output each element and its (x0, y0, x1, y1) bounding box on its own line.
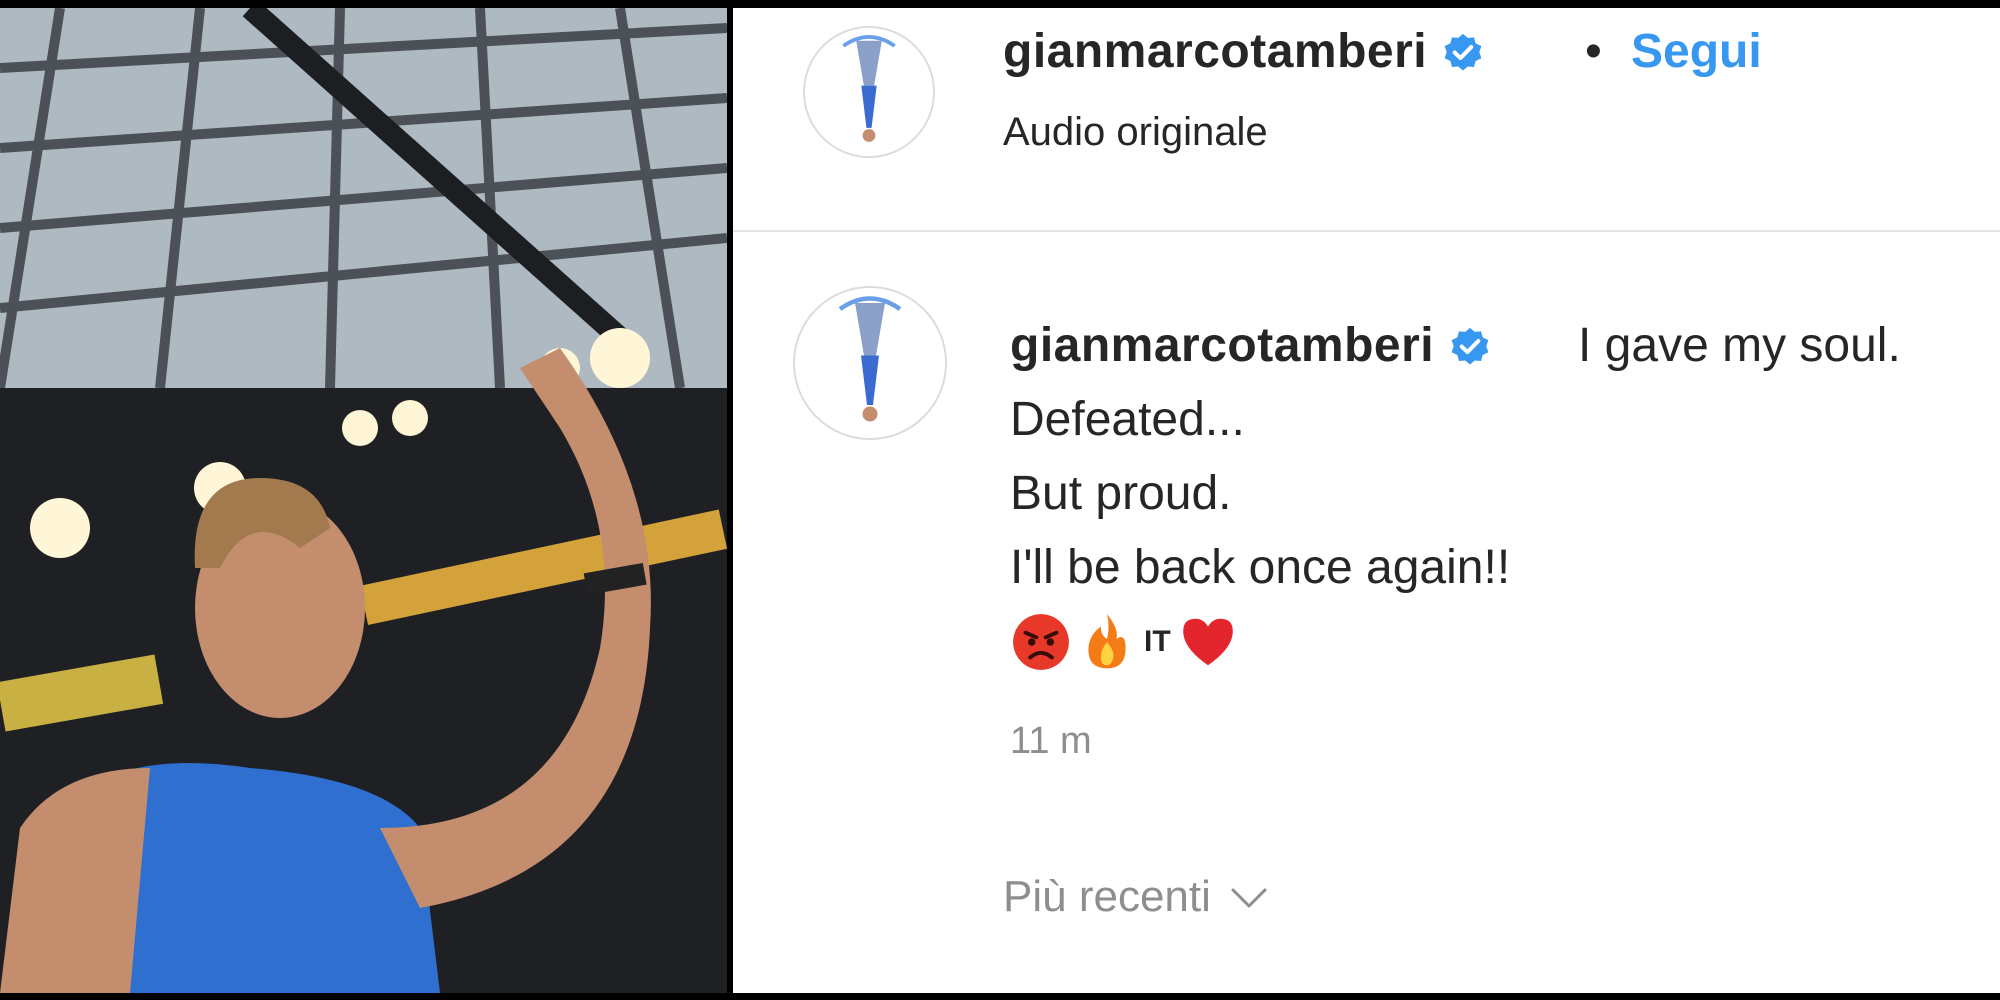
header-username-text[interactable]: gianmarcotamberi (1003, 25, 1427, 78)
header-username[interactable]: gianmarcotamberi (1003, 24, 1485, 79)
follow-button[interactable]: Segui (1631, 24, 1762, 79)
comment-timestamp: 11 m (1010, 720, 1092, 762)
audio-link[interactable]: Audio originale (1003, 110, 1268, 155)
caption-line: But proud. (1010, 467, 1232, 520)
sort-label: Più recenti (1003, 872, 1211, 921)
post-photo (0, 8, 727, 993)
angry-face-icon (1013, 614, 1069, 670)
separator-dot: • (1585, 25, 1602, 78)
post-header: gianmarcotamberi • Segui Audio originale (733, 8, 2000, 232)
sort-dropdown[interactable]: Più recenti (1003, 872, 1269, 922)
flag-italy-icon: IT (1144, 625, 1171, 658)
verified-badge-icon (1451, 328, 1489, 365)
instagram-panel: gianmarcotamberi • Segui Audio originale… (733, 8, 2000, 993)
avatar-image (795, 288, 945, 438)
comment-username-text[interactable]: gianmarcotamberi (1010, 319, 1434, 372)
comment-username[interactable]: gianmarcotamberi (1010, 318, 1492, 373)
caption-line: Defeated... (1010, 393, 1245, 446)
comment-avatar[interactable] (793, 286, 947, 440)
caption-line: I gave my soul. (1578, 319, 1901, 372)
chevron-down-icon (1231, 888, 1267, 908)
fire-icon (1088, 614, 1126, 669)
avatar[interactable] (803, 26, 935, 158)
caption-line: I'll be back once again!! (1010, 541, 1511, 594)
verified-badge-icon (1444, 34, 1482, 71)
caption-emojis: IT (1010, 610, 1239, 674)
red-heart-icon (1182, 618, 1233, 666)
athlete-photo-illustration (0, 8, 727, 993)
avatar-image (805, 28, 933, 156)
